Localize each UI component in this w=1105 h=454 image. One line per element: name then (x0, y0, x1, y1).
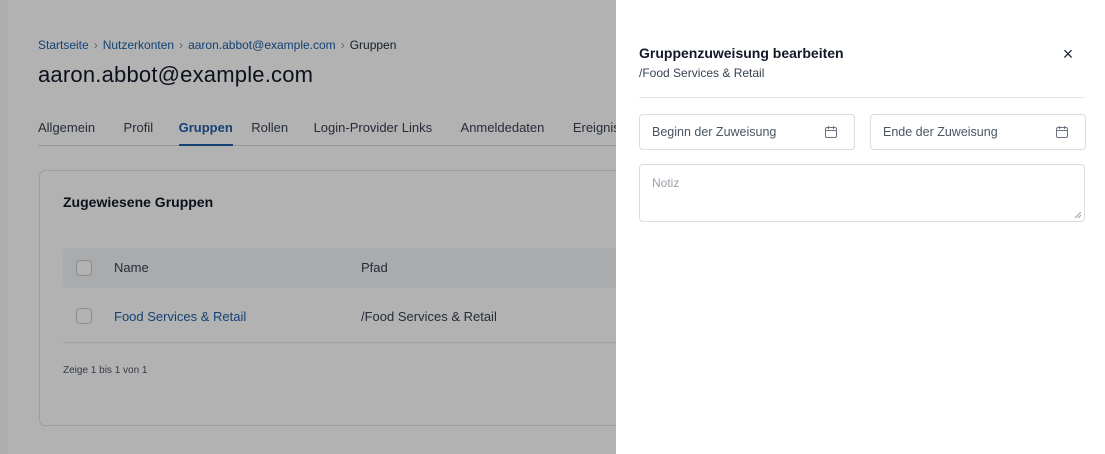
modal-backdrop[interactable] (0, 0, 616, 454)
calendar-icon[interactable] (1055, 125, 1069, 139)
assignment-start-field[interactable]: Beginn der Zuweisung (639, 114, 855, 150)
close-icon[interactable]: × (1056, 42, 1080, 66)
edit-group-assignment-panel: Gruppenzuweisung bearbeiten /Food Servic… (616, 8, 1105, 454)
note-textarea[interactable]: Notiz (639, 164, 1085, 222)
calendar-icon[interactable] (824, 125, 838, 139)
panel-subtitle: /Food Services & Retail (639, 66, 765, 80)
note-placeholder: Notiz (652, 176, 680, 190)
assignment-end-placeholder: Ende der Zuweisung (883, 125, 998, 139)
assignment-end-field[interactable]: Ende der Zuweisung (870, 114, 1086, 150)
assignment-start-placeholder: Beginn der Zuweisung (652, 125, 777, 139)
panel-title: Gruppenzuweisung bearbeiten (639, 45, 844, 61)
resize-handle-icon[interactable] (1074, 211, 1082, 219)
panel-divider (639, 97, 1085, 98)
